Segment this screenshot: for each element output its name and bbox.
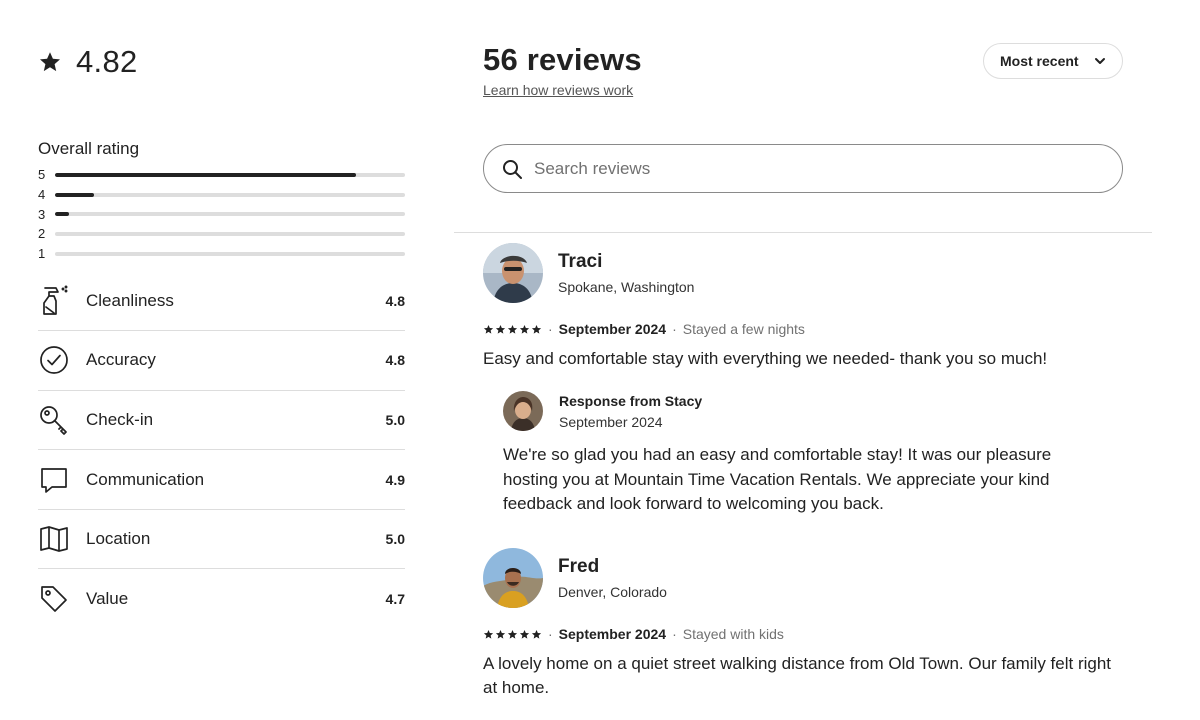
stay-type: Stayed with kids — [682, 626, 784, 642]
category-score: 4.8 — [385, 292, 405, 309]
category-score: 4.7 — [385, 591, 405, 608]
reviews-panel: 56 reviews Learn how reviews work Most r… — [483, 40, 1123, 193]
star-icon — [519, 629, 530, 639]
category-score: 5.0 — [385, 411, 405, 428]
reviewer-name: Fred — [558, 556, 600, 577]
distribution-bar-track — [55, 251, 405, 256]
distribution-label: 1 — [38, 246, 46, 262]
category-accuracy: Accuracy 4.8 — [38, 331, 405, 391]
reviewer-location: Denver, Colorado — [558, 584, 667, 600]
sort-label: Most recent — [1000, 53, 1079, 69]
search-input[interactable] — [532, 157, 1096, 180]
separator-dot: · — [548, 321, 553, 337]
average-rating-value: 4.82 — [76, 44, 138, 79]
distribution-row-3: 3 — [38, 204, 405, 224]
category-value: Value 4.7 — [38, 569, 405, 629]
distribution-bar-fill — [55, 172, 356, 177]
review-date: September 2024 — [558, 626, 667, 642]
learn-reviews-link[interactable]: Learn how reviews work — [483, 82, 633, 98]
distribution-row-2: 2 — [38, 224, 405, 244]
response-date: September 2024 — [559, 413, 663, 430]
tag-icon — [38, 583, 70, 615]
category-score: 4.8 — [385, 352, 405, 369]
distribution-label: 2 — [38, 226, 46, 242]
category-communication: Communication 4.9 — [38, 450, 405, 510]
separator-dot: · — [672, 626, 677, 642]
average-rating: 4.82 — [38, 40, 405, 84]
distribution-label: 4 — [38, 187, 46, 203]
distribution-bar-track — [55, 231, 405, 236]
overall-rating-title: Overall rating — [38, 139, 140, 158]
separator-dot: · — [548, 626, 553, 642]
distribution-bar-track — [55, 212, 405, 217]
distribution-label: 5 — [38, 167, 46, 183]
review-meta: · September 2024 · Stayed with kids — [483, 626, 1123, 642]
key-icon — [38, 404, 70, 436]
category-label: Check-in — [86, 409, 154, 429]
star-rating — [483, 324, 542, 335]
reviewer-header: Fred Denver, Colorado — [483, 548, 1123, 608]
category-score: 4.9 — [385, 471, 405, 488]
avatar[interactable] — [483, 548, 543, 608]
reviewer-header: Traci Spokane, Washington — [483, 243, 1123, 303]
reviewer-name: Traci — [558, 251, 603, 272]
host-response: Response from Stacy September 2024 We're… — [503, 391, 1123, 517]
star-icon — [495, 629, 506, 639]
review-item: Fred Denver, Colorado · September 2024 ·… — [483, 548, 1123, 700]
avatar[interactable] — [483, 243, 543, 303]
review-text: Easy and comfortable stay with everythin… — [483, 349, 1048, 368]
review-text: A lovely home on a quiet street walking … — [483, 654, 1112, 697]
category-label: Communication — [86, 469, 205, 489]
distribution-row-1: 1 — [38, 244, 405, 264]
spray-bottle-icon — [38, 285, 70, 317]
chevron-down-icon — [1095, 58, 1105, 64]
category-label: Location — [86, 529, 151, 549]
star-icon — [531, 629, 542, 639]
star-icon — [483, 324, 494, 334]
star-icon — [507, 324, 518, 334]
search-reviews-box[interactable] — [483, 144, 1123, 193]
category-label: Cleanliness — [86, 290, 174, 310]
response-text: We're so glad you had an easy and comfor… — [503, 445, 1052, 513]
distribution-bar-fill — [55, 212, 69, 217]
check-circle-icon — [38, 344, 70, 376]
category-score: 5.0 — [385, 531, 405, 548]
avatar[interactable] — [503, 391, 543, 431]
star-icon — [507, 629, 518, 639]
rating-summary: 4.82 Overall rating 5 4 3 2 1 Cleanlines… — [38, 40, 405, 629]
section-divider — [454, 232, 1152, 233]
category-location: Location 5.0 — [38, 510, 405, 570]
review-date: September 2024 — [558, 321, 667, 337]
category-cleanliness: Cleanliness 4.8 — [38, 271, 405, 332]
category-label: Accuracy — [86, 350, 156, 370]
sort-dropdown[interactable]: Most recent — [983, 43, 1123, 79]
star-icon — [531, 324, 542, 334]
category-label: Value — [86, 589, 129, 609]
distribution-label: 3 — [38, 206, 46, 222]
star-rating — [483, 629, 542, 640]
category-ratings: Cleanliness 4.8 Accuracy 4.8 Check-in 5.… — [38, 271, 405, 629]
distribution-bar-track — [55, 192, 405, 197]
reviews-page: 4.82 Overall rating 5 4 3 2 1 Cleanlines… — [0, 0, 1200, 720]
star-icon — [519, 324, 530, 334]
distribution-bar-fill — [55, 192, 94, 197]
stay-type: Stayed a few nights — [682, 321, 805, 337]
separator-dot: · — [672, 321, 677, 337]
distribution-bar-track — [55, 172, 405, 177]
chat-bubble-icon — [38, 464, 70, 496]
host-response-header: Response from Stacy September 2024 — [503, 391, 1123, 431]
star-icon — [40, 52, 60, 72]
star-icon — [495, 324, 506, 334]
reviewer-location: Spokane, Washington — [558, 279, 695, 295]
distribution-row-5: 5 — [38, 165, 405, 185]
distribution-row-4: 4 — [38, 185, 405, 205]
category-check-in: Check-in 5.0 — [38, 391, 405, 451]
search-icon — [503, 159, 522, 179]
rating-distribution: 5 4 3 2 1 — [38, 165, 405, 263]
review-meta: · September 2024 · Stayed a few nights — [483, 321, 1123, 337]
review-item: Traci Spokane, Washington · September 20… — [483, 243, 1123, 517]
response-title: Response from Stacy — [559, 392, 703, 409]
map-icon — [38, 523, 70, 555]
star-icon — [483, 629, 494, 639]
